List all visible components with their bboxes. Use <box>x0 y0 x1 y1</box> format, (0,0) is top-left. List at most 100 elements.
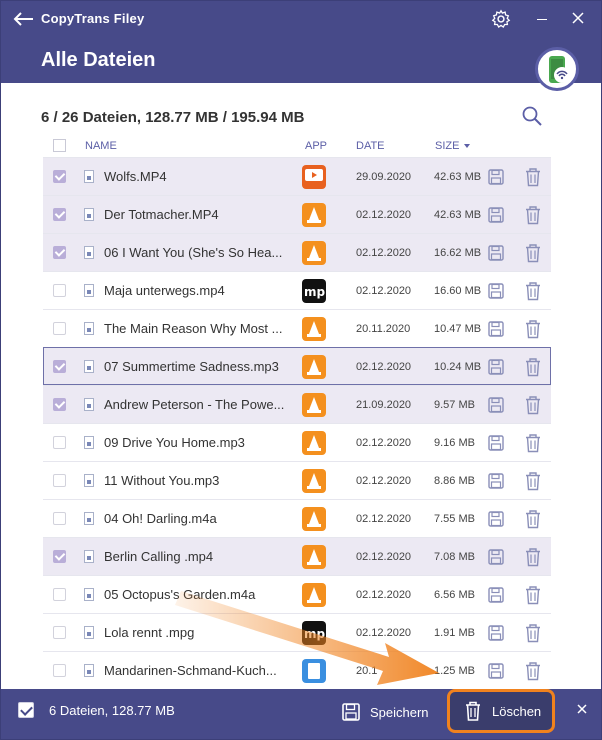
trash-icon[interactable] <box>524 661 542 681</box>
file-size: 7.55 MB <box>434 513 475 525</box>
mp-icon <box>302 621 326 645</box>
table-row[interactable]: 07 Summertime Sadness.mp3 02.12.2020 10.24… <box>43 347 551 385</box>
table-row[interactable]: Andrew Peterson - The Powe... 21.09.2020 9… <box>43 385 551 423</box>
column-name[interactable]: NAME <box>85 140 117 152</box>
file-name: 07 Summertime Sadness.mp3 <box>104 359 279 374</box>
column-header: NAME APP DATE SIZE <box>43 135 551 157</box>
save-icon[interactable] <box>487 586 505 604</box>
save-icon <box>342 703 360 721</box>
row-checkbox[interactable] <box>53 208 66 221</box>
table-row[interactable]: 05 Octopus's Garden.m4a 02.12.2020 6.56 MB <box>43 575 551 613</box>
table-row[interactable]: Wolfs.MP4 29.09.2020 42.63 MB <box>43 157 551 195</box>
row-checkbox[interactable] <box>53 170 66 183</box>
table-row[interactable]: The Main Reason Why Most ... 20.11.2020 10… <box>43 309 551 347</box>
table-row[interactable]: 04 Oh! Darling.m4a 02.12.2020 7.55 MB <box>43 499 551 537</box>
table-row[interactable]: Berlin Calling .mp4 02.12.2020 7.08 MB <box>43 537 551 575</box>
row-checkbox[interactable] <box>53 360 66 373</box>
row-checkbox[interactable] <box>53 436 66 449</box>
save-icon[interactable] <box>487 320 505 338</box>
column-app[interactable]: APP <box>305 140 327 152</box>
row-checkbox[interactable] <box>53 512 66 525</box>
save-icon[interactable] <box>487 434 505 452</box>
file-size: 1.91 MB <box>434 627 475 639</box>
file-size: 10.47 MB <box>434 323 482 335</box>
column-size[interactable]: SIZE <box>435 140 459 152</box>
action-bar: 6 Dateien, 128.77 MB Speichern Löschen <box>1 689 601 739</box>
close-icon[interactable] <box>569 9 587 27</box>
trash-icon[interactable] <box>524 433 542 453</box>
row-checkbox[interactable] <box>53 550 66 563</box>
row-checkbox[interactable] <box>53 322 66 335</box>
vlc-icon <box>302 545 326 569</box>
trash-icon[interactable] <box>524 547 542 567</box>
trash-icon[interactable] <box>524 357 542 377</box>
row-checkbox[interactable] <box>53 474 66 487</box>
save-button-label: Speichern <box>370 704 429 720</box>
footer-select-checkbox[interactable] <box>18 702 34 718</box>
save-icon[interactable] <box>487 358 505 376</box>
table-row[interactable]: 09 Drive You Home.mp3 02.12.2020 9.16 MB <box>43 423 551 461</box>
row-checkbox[interactable] <box>53 588 66 601</box>
file-name: 06 I Want You (She's So Hea... <box>104 245 283 260</box>
row-checkbox[interactable] <box>53 664 66 677</box>
footer-status: 6 Dateien, 128.77 MB <box>49 703 175 718</box>
trash-icon[interactable] <box>524 509 542 529</box>
select-all-checkbox[interactable] <box>53 139 66 152</box>
file-name: Mandarinen-Schmand-Kuch... <box>104 663 277 678</box>
vlc-icon <box>302 241 326 265</box>
trash-icon[interactable] <box>524 205 542 225</box>
delete-button[interactable]: Löschen <box>447 689 555 733</box>
close-icon[interactable] <box>576 703 588 715</box>
trash-icon[interactable] <box>524 585 542 605</box>
trash-icon[interactable] <box>524 281 542 301</box>
table-row[interactable]: Mandarinen-Schmand-Kuch... 20.1 1.25 MB <box>43 651 551 689</box>
back-arrow-icon[interactable] <box>11 9 35 29</box>
trash-icon[interactable] <box>524 471 542 491</box>
page-title: Alle Dateien <box>41 49 156 71</box>
save-button[interactable]: Speichern <box>341 699 429 725</box>
save-icon[interactable] <box>487 472 505 490</box>
delete-button-label: Löschen <box>492 703 542 719</box>
table-row[interactable]: Der Totmacher.MP4 02.12.2020 42.63 MB <box>43 195 551 233</box>
file-icon <box>84 626 94 639</box>
trash-icon[interactable] <box>524 623 542 643</box>
vlc-icon <box>302 393 326 417</box>
row-checkbox[interactable] <box>53 626 66 639</box>
search-icon[interactable] <box>521 105 543 127</box>
trash-icon[interactable] <box>524 319 542 339</box>
vlc-icon <box>302 583 326 607</box>
table-row[interactable]: Maja unterwegs.mp4 02.12.2020 16.60 MB <box>43 271 551 309</box>
row-checkbox[interactable] <box>53 398 66 411</box>
save-icon[interactable] <box>487 548 505 566</box>
gear-icon[interactable] <box>490 8 512 30</box>
save-icon[interactable] <box>487 282 505 300</box>
minimize-button[interactable] <box>537 19 547 20</box>
table-row[interactable]: Lola rennt .mpg 02.12.2020 1.91 MB <box>43 613 551 651</box>
save-icon[interactable] <box>487 510 505 528</box>
trash-icon[interactable] <box>524 395 542 415</box>
trash-icon[interactable] <box>524 167 542 187</box>
save-icon[interactable] <box>487 206 505 224</box>
file-date: 20.1 <box>356 665 378 677</box>
save-icon[interactable] <box>487 396 505 414</box>
trash-icon[interactable] <box>524 243 542 263</box>
column-date[interactable]: DATE <box>356 140 385 152</box>
file-icon <box>84 664 94 677</box>
save-icon[interactable] <box>487 244 505 262</box>
save-icon[interactable] <box>487 662 505 680</box>
file-size: 7.08 MB <box>434 551 475 563</box>
file-list-panel: 6 / 26 Dateien, 128.77 MB / 195.94 MB NA… <box>31 83 571 689</box>
save-icon[interactable] <box>487 168 505 186</box>
file-date: 21.09.2020 <box>356 399 412 411</box>
device-wifi-icon[interactable] <box>535 47 579 91</box>
file-date: 02.12.2020 <box>356 247 412 259</box>
row-checkbox[interactable] <box>53 246 66 259</box>
app-window: CopyTrans Filey Alle Dateien 6 / 26 Date… <box>0 0 602 740</box>
save-icon[interactable] <box>487 624 505 642</box>
row-checkbox[interactable] <box>53 284 66 297</box>
vlc-icon <box>302 507 326 531</box>
table-row[interactable]: 06 I Want You (She's So Hea... 02.12.2020… <box>43 233 551 271</box>
file-name: Berlin Calling .mp4 <box>104 549 214 564</box>
file-name: 11 Without You.mp3 <box>104 473 220 488</box>
table-row[interactable]: 11 Without You.mp3 02.12.2020 8.86 MB <box>43 461 551 499</box>
